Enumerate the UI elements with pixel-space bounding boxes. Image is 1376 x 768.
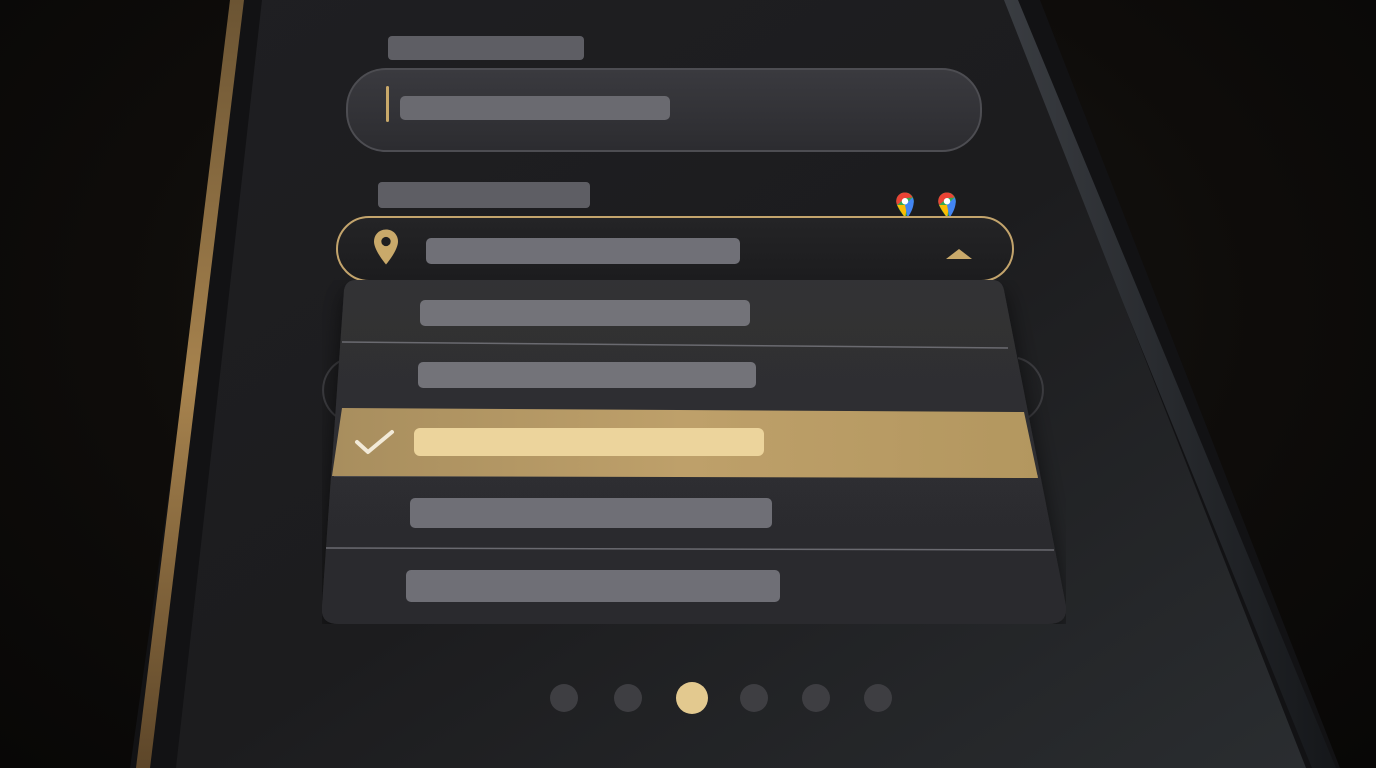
- text-field-label: [388, 36, 584, 60]
- option-label: [418, 362, 756, 388]
- location-select-value: [426, 238, 740, 264]
- option-label: [410, 498, 772, 528]
- pager-dot[interactable]: [802, 684, 830, 712]
- pager-dot[interactable]: [864, 684, 892, 712]
- location-pin-icon: [374, 229, 398, 265]
- dropdown-option[interactable]: [346, 284, 1006, 342]
- screen-content: [0, 0, 1376, 768]
- text-input-value: [400, 96, 670, 120]
- pager-dot[interactable]: [740, 684, 768, 712]
- pager-dot-active[interactable]: [676, 682, 708, 714]
- option-label: [414, 428, 764, 456]
- dropdown-option-selected[interactable]: [334, 410, 1036, 476]
- option-label: [420, 300, 750, 326]
- text-caret: [386, 86, 389, 122]
- pager-dot[interactable]: [614, 684, 642, 712]
- device-scene: [0, 0, 1376, 768]
- option-label: [406, 570, 780, 602]
- dropdown-option[interactable]: [326, 552, 1062, 618]
- checkmark-icon: [355, 430, 394, 454]
- dropdown-option[interactable]: [330, 480, 1050, 546]
- caret-up-icon[interactable]: [944, 246, 974, 262]
- location-field-label: [378, 182, 590, 208]
- pager-dots: [550, 682, 894, 714]
- pager-dot[interactable]: [550, 684, 578, 712]
- dropdown-option[interactable]: [340, 348, 1020, 406]
